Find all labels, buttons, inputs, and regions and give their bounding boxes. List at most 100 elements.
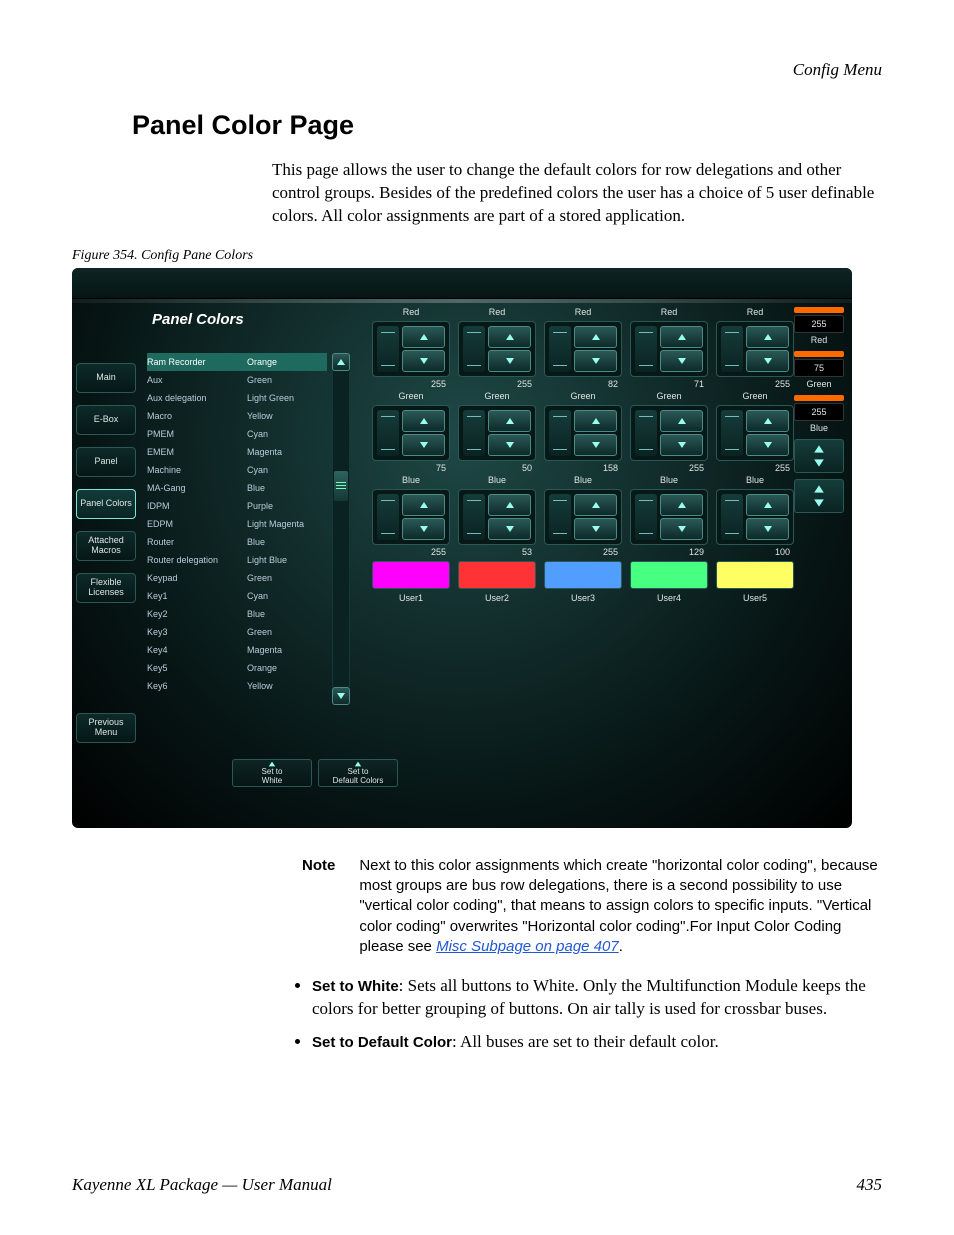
value-up-button[interactable] (746, 494, 789, 516)
value-up-button[interactable] (402, 326, 445, 348)
drag-icon[interactable] (721, 494, 743, 540)
drag-icon[interactable] (635, 494, 657, 540)
value-down-button[interactable] (746, 350, 789, 372)
value-down-button[interactable] (660, 434, 703, 456)
scroll-down-button[interactable] (332, 687, 350, 705)
mixer-box (372, 489, 450, 545)
list-row[interactable]: PMEMCyan (147, 425, 327, 443)
drag-icon[interactable] (549, 410, 571, 456)
left-tab[interactable]: Flexible Licenses (76, 573, 136, 603)
readout-spinner[interactable] (794, 479, 844, 513)
color-assignment-list[interactable]: Ram RecorderOrangeAuxGreenAux delegation… (147, 353, 327, 695)
value-up-button[interactable] (402, 494, 445, 516)
left-tab[interactable]: Attached Macros (76, 531, 136, 561)
value-up-button[interactable] (574, 326, 617, 348)
drag-icon[interactable] (549, 326, 571, 372)
list-row[interactable]: KeypadGreen (147, 569, 327, 587)
drag-icon[interactable] (721, 410, 743, 456)
left-tab[interactable]: E-Box (76, 405, 136, 435)
drag-icon[interactable] (463, 494, 485, 540)
value-down-button[interactable] (402, 350, 445, 372)
mixer-cell: Red255 (716, 307, 794, 391)
list-scrollbar[interactable] (332, 353, 350, 705)
value-down-button[interactable] (488, 434, 531, 456)
value-up-button[interactable] (488, 494, 531, 516)
scroll-up-button[interactable] (332, 353, 350, 371)
list-row[interactable]: EMEMMagenta (147, 443, 327, 461)
value-up-button[interactable] (488, 410, 531, 432)
note-xref-link[interactable]: Misc Subpage on page 407 (436, 938, 619, 955)
left-tab[interactable]: Panel Colors (76, 489, 136, 519)
mixer-channel-label: Blue (630, 475, 708, 489)
drag-icon[interactable] (635, 410, 657, 456)
user-swatch[interactable]: User5 (716, 561, 794, 603)
list-row[interactable]: Key3Green (147, 623, 327, 641)
bullet-bold: Set to Default Color (312, 1034, 452, 1051)
list-row[interactable]: MacroYellow (147, 407, 327, 425)
list-row[interactable]: Key5Orange (147, 659, 327, 677)
value-down-button[interactable] (660, 350, 703, 372)
list-row[interactable]: Key1Cyan (147, 587, 327, 605)
swatch-label: User1 (372, 593, 450, 603)
mixer-cell: Green255 (716, 391, 794, 475)
scroll-track[interactable] (332, 371, 350, 687)
value-up-button[interactable] (660, 410, 703, 432)
value-up-button[interactable] (488, 326, 531, 348)
user-swatch[interactable]: User3 (544, 561, 622, 603)
value-up-button[interactable] (660, 494, 703, 516)
user-swatch[interactable]: User2 (458, 561, 536, 603)
user-swatch[interactable]: User4 (630, 561, 708, 603)
value-up-button[interactable] (746, 410, 789, 432)
list-row[interactable]: RouterBlue (147, 533, 327, 551)
list-row[interactable]: Key4Magenta (147, 641, 327, 659)
list-row[interactable]: Ram RecorderOrange (147, 353, 327, 371)
value-down-button[interactable] (488, 518, 531, 540)
list-item-name: Macro (147, 411, 247, 421)
drag-icon[interactable] (549, 494, 571, 540)
list-row[interactable]: AuxGreen (147, 371, 327, 389)
drag-icon[interactable] (463, 326, 485, 372)
value-up-button[interactable] (660, 326, 703, 348)
list-row[interactable]: Key2Blue (147, 605, 327, 623)
value-down-button[interactable] (746, 518, 789, 540)
value-up-button[interactable] (402, 410, 445, 432)
value-down-button[interactable] (402, 434, 445, 456)
list-row[interactable]: Key6Yellow (147, 677, 327, 695)
value-up-button[interactable] (574, 410, 617, 432)
drag-icon[interactable] (377, 410, 399, 456)
drag-icon[interactable] (377, 326, 399, 372)
value-down-button[interactable] (660, 518, 703, 540)
button-label-line: Set to (348, 767, 369, 776)
value-down-button[interactable] (574, 350, 617, 372)
value-down-button[interactable] (574, 518, 617, 540)
drag-icon[interactable] (377, 494, 399, 540)
xref-title: Misc Subpage (436, 938, 531, 955)
mixer-box (544, 405, 622, 461)
list-row[interactable]: Router delegationLight Blue (147, 551, 327, 569)
value-down-button[interactable] (402, 518, 445, 540)
value-up-button[interactable] (746, 326, 789, 348)
list-row[interactable]: MachineCyan (147, 461, 327, 479)
value-up-button[interactable] (574, 494, 617, 516)
readout-spinner[interactable] (794, 439, 844, 473)
drag-icon[interactable] (721, 326, 743, 372)
list-row[interactable]: Aux delegationLight Green (147, 389, 327, 407)
list-row[interactable]: EDPMLight Magenta (147, 515, 327, 533)
user-swatch[interactable]: User1 (372, 561, 450, 603)
xref-page: on page 407 (531, 938, 619, 955)
scroll-thumb[interactable] (334, 471, 348, 501)
window-titlebar (72, 268, 852, 299)
drag-icon[interactable] (463, 410, 485, 456)
list-row[interactable]: MA-GangBlue (147, 479, 327, 497)
left-tab[interactable]: Main (76, 363, 136, 393)
bottom-button[interactable]: Set toWhite (232, 759, 312, 787)
value-down-button[interactable] (746, 434, 789, 456)
note-block: Note Next to this color assignments whic… (302, 856, 882, 957)
previous-menu-tab[interactable]: Previous Menu (76, 713, 136, 743)
list-row[interactable]: IDPMPurple (147, 497, 327, 515)
value-down-button[interactable] (574, 434, 617, 456)
drag-icon[interactable] (635, 326, 657, 372)
value-down-button[interactable] (488, 350, 531, 372)
left-tab[interactable]: Panel (76, 447, 136, 477)
bottom-button[interactable]: Set toDefault Colors (318, 759, 398, 787)
